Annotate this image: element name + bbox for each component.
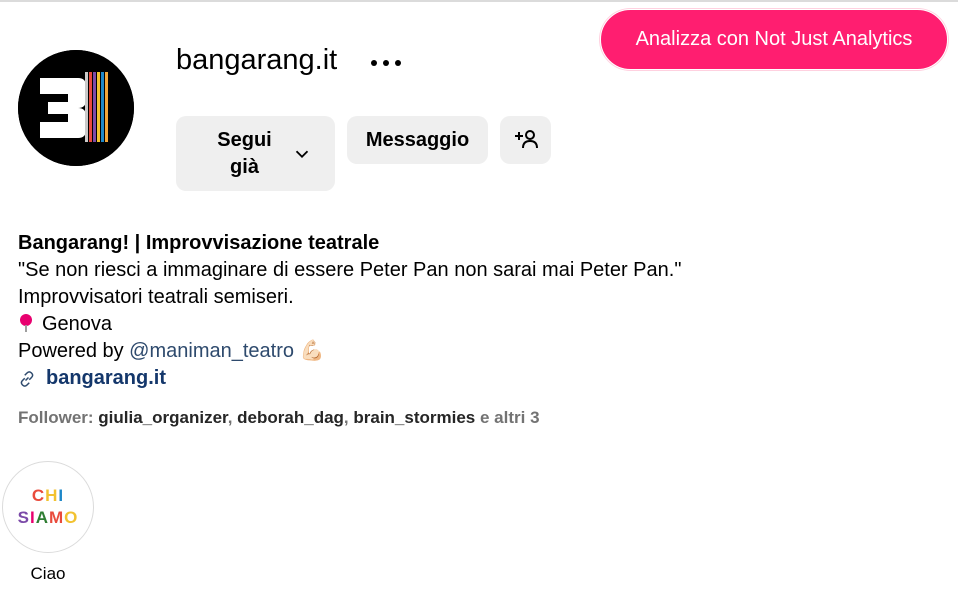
bio-powered-by: Powered by @maniman_teatro 💪🏻	[18, 338, 681, 365]
following-button[interactable]: Segui già	[176, 116, 335, 191]
bangarang-logo	[18, 50, 134, 166]
location-text: Genova	[42, 313, 113, 335]
bio-location: Genova	[18, 311, 681, 338]
highlight-cover-letter: I	[58, 486, 65, 505]
followers-prefix: Follower:	[18, 408, 99, 427]
highlight-cover-text: CHI	[32, 486, 64, 505]
highlight-cover-line2: SIAMO	[18, 507, 79, 529]
follower-name[interactable]: brain_stormies	[353, 408, 475, 427]
followers-suffix: e altri 3	[475, 408, 540, 427]
follower-name[interactable]: giulia_organizer	[98, 408, 227, 427]
highlight-cover-letter: O	[64, 508, 79, 527]
chevron-down-icon	[295, 150, 308, 158]
profile-avatar[interactable]	[18, 50, 134, 166]
pin-icon	[20, 314, 32, 332]
website-link[interactable]: bangarang.it	[46, 365, 166, 392]
bio-tagline: Improvvisatori teatrali semiseri.	[18, 286, 294, 308]
more-horizontal-icon[interactable]	[368, 56, 404, 70]
following-button-label: Segui già	[217, 128, 272, 178]
highlight-cover-letter: C	[31, 486, 46, 505]
highlight-cover-line1: CHI	[32, 485, 64, 507]
highlight-label[interactable]: Ciao	[0, 564, 96, 584]
mention-link[interactable]: @maniman_teatro	[129, 340, 294, 362]
highlight-cover-letter: S	[17, 508, 30, 527]
profile-display-name: Bangarang! | Improvvisazione teatrale	[18, 232, 380, 254]
story-highlight[interactable]: CHI SIAMO	[2, 461, 94, 553]
link-icon	[20, 370, 34, 387]
profile-username: bangarang.it	[176, 44, 338, 76]
highlight-cover-letter: H	[45, 486, 59, 505]
powered-prefix: Powered by	[18, 340, 130, 362]
profile-bio: Bangarang! | Improvvisazione teatrale "S…	[18, 230, 681, 392]
follower-name[interactable]: deborah_dag	[237, 408, 344, 427]
bio-quote: "Se non riesci a immaginare di essere Pe…	[18, 259, 682, 281]
person-add-icon	[514, 130, 538, 149]
flexed-biceps-emoji: 💪🏻	[299, 340, 325, 362]
mutual-followers[interactable]: Follower: giulia_organizer, deborah_dag,…	[18, 408, 540, 428]
highlight-cover-letter: A	[35, 508, 49, 527]
analyze-button[interactable]: Analizza con Not Just Analytics	[600, 9, 948, 70]
bio-website[interactable]: bangarang.it	[18, 365, 681, 392]
highlight-cover-text: SIAMO	[18, 508, 79, 527]
message-button[interactable]: Messaggio	[347, 116, 488, 164]
add-user-button[interactable]	[500, 116, 551, 164]
top-divider	[0, 0, 958, 2]
highlight-cover-letter: M	[48, 508, 65, 527]
